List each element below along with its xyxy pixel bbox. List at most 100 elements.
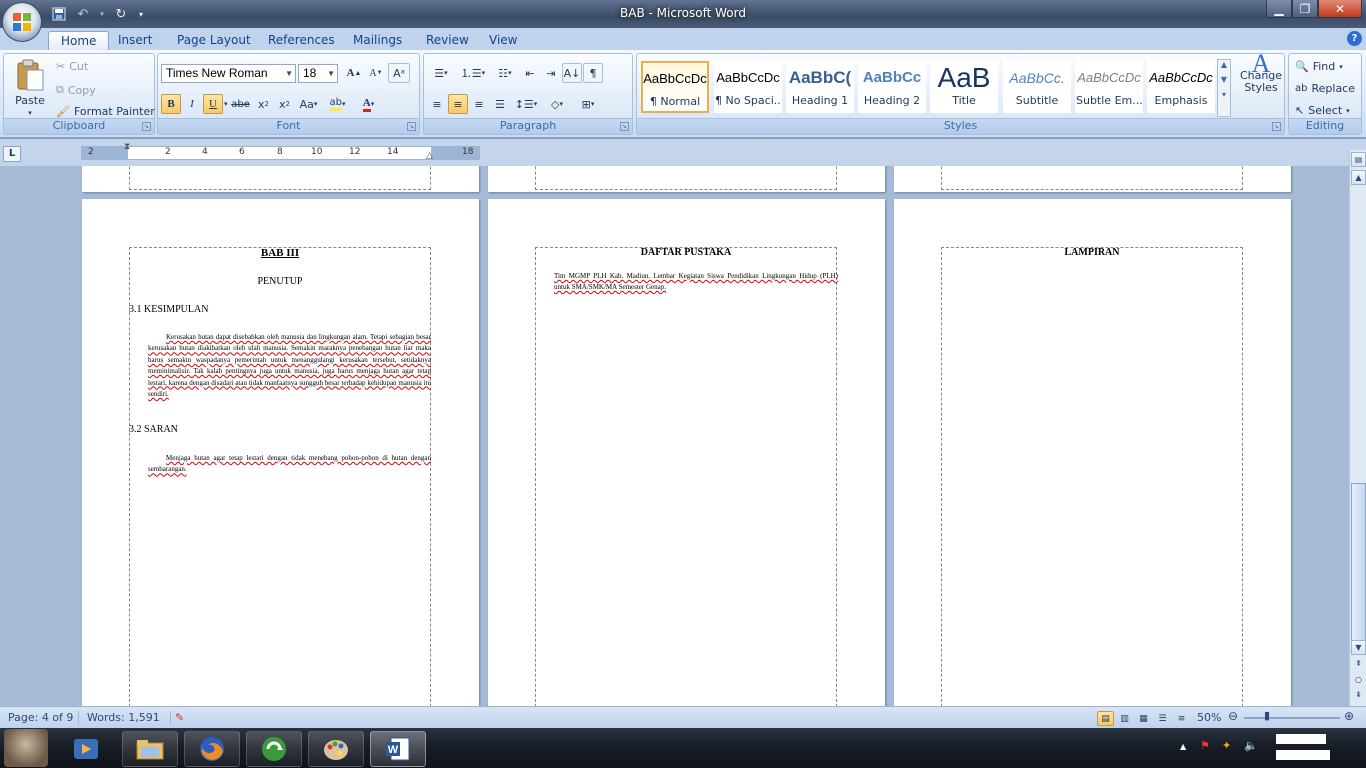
replace-button[interactable]: ab Replace xyxy=(1295,82,1355,95)
paint-icon[interactable] xyxy=(308,731,364,767)
grow-font-icon[interactable]: A ▲ xyxy=(344,63,364,83)
underline-icon[interactable]: U xyxy=(203,94,223,114)
redo-icon[interactable]: ↻ xyxy=(112,5,130,23)
tab-insert[interactable]: Insert xyxy=(106,31,164,50)
scroll-thumb[interactable] xyxy=(1351,483,1366,641)
style-title[interactable]: AaB Title xyxy=(930,61,998,113)
scroll-down-icon[interactable]: ▼ xyxy=(1351,640,1366,655)
undo-icon[interactable]: ↶ xyxy=(74,5,92,23)
avatar[interactable] xyxy=(4,729,48,767)
italic-icon[interactable]: I xyxy=(182,94,202,114)
firefox-icon[interactable] xyxy=(184,731,240,767)
highlight-icon[interactable]: ab ▾ xyxy=(323,94,353,114)
tab-page-layout[interactable]: Page Layout xyxy=(165,31,263,50)
right-indent-marker-icon[interactable]: △ xyxy=(426,151,433,161)
superscript-icon[interactable]: x2 xyxy=(275,94,295,114)
justify-icon[interactable]: ☰ xyxy=(490,94,510,114)
help-icon[interactable]: ? xyxy=(1347,31,1362,46)
zoom-out-icon[interactable]: ⊖ xyxy=(1228,709,1238,723)
proofing-icon[interactable]: ✎ xyxy=(170,711,184,724)
show-hidden-icons-icon[interactable]: ▲ xyxy=(1180,742,1186,751)
more-styles-icon[interactable]: ▾ xyxy=(1218,90,1230,99)
format-painter-button[interactable]: 🖌 Format Painter xyxy=(56,105,155,118)
styles-dialog-launcher[interactable]: ↘ xyxy=(1272,122,1281,131)
shading-icon[interactable]: ◇ ▾ xyxy=(542,94,572,114)
tab-home[interactable]: Home xyxy=(48,31,110,50)
office-button[interactable] xyxy=(2,2,42,42)
action-center-icon[interactable]: ⚑ xyxy=(1200,739,1210,752)
document-area[interactable]: BAB III PENUTUP 3.1 KESIMPULAN Kerusakan… xyxy=(0,166,1349,706)
network-icon[interactable]: ✦ xyxy=(1222,739,1231,752)
previous-page-icon[interactable]: ⇞ xyxy=(1351,657,1366,672)
draft-icon[interactable]: ≡ xyxy=(1173,711,1190,726)
strikethrough-icon[interactable]: abe xyxy=(229,94,253,114)
customize-qat-icon[interactable]: ▾ xyxy=(136,5,146,23)
page-indicator[interactable]: Page: 4 of 9 xyxy=(8,711,73,724)
tab-references[interactable]: References xyxy=(256,31,347,50)
vertical-scrollbar[interactable]: ▤ ▲ ▼ ⇞ ○ ⇟ xyxy=(1349,150,1366,706)
font-dialog-launcher[interactable]: ↘ xyxy=(407,122,416,131)
cut-button[interactable]: ✂ Cut xyxy=(56,60,88,73)
volume-icon[interactable]: 🔈 xyxy=(1244,739,1258,752)
paragraph-dialog-launcher[interactable]: ↘ xyxy=(620,122,629,131)
print-layout-icon[interactable]: ▤ xyxy=(1097,711,1114,726)
clock-time[interactable] xyxy=(1276,734,1326,744)
scroll-up-icon[interactable]: ▲ xyxy=(1351,170,1366,185)
style-emphasis[interactable]: AaBbCcDc Emphasis xyxy=(1147,61,1215,113)
select-browse-object-icon[interactable]: ○ xyxy=(1351,673,1366,688)
show-hide-marks-icon[interactable]: ¶ xyxy=(583,63,603,83)
zoom-level[interactable]: 50% xyxy=(1197,711,1221,724)
clipboard-dialog-launcher[interactable]: ↘ xyxy=(142,122,151,131)
shrink-font-icon[interactable]: A ▼ xyxy=(366,63,386,83)
tab-selector-button[interactable]: L xyxy=(3,146,21,162)
change-styles-button[interactable]: A Change Styles xyxy=(1239,51,1283,94)
word-taskbar-icon[interactable]: W xyxy=(370,731,426,767)
styles-gallery-scroll[interactable]: ▲ ▼ ▾ xyxy=(1217,59,1231,117)
next-page-icon[interactable]: ⇟ xyxy=(1351,688,1366,703)
zoom-slider[interactable] xyxy=(1244,717,1340,719)
style-heading-1[interactable]: AaBbC( Heading 1 xyxy=(786,61,854,113)
zoom-slider-thumb[interactable]: ▮ xyxy=(1264,709,1270,722)
multilevel-list-icon[interactable]: ☷ ▾ xyxy=(491,63,519,83)
file-explorer-icon[interactable] xyxy=(122,731,178,767)
font-family-dropdown[interactable]: Times New Roman ▼ xyxy=(161,64,296,83)
style-subtitle[interactable]: AaBbCc. Subtitle xyxy=(1003,61,1071,113)
underline-dropdown-icon[interactable]: ▾ xyxy=(224,100,228,108)
borders-icon[interactable]: ⊞ ▾ xyxy=(573,94,603,114)
close-button[interactable]: ✕ xyxy=(1318,0,1362,18)
tab-view[interactable]: View xyxy=(477,31,529,50)
horizontal-ruler[interactable]: 2 2 4 6 8 10 12 14 18 ⧗ △ xyxy=(81,142,480,161)
numbering-icon[interactable]: ⒈☰ ▾ xyxy=(456,63,490,83)
zoom-in-icon[interactable]: ⊕ xyxy=(1344,709,1354,723)
full-screen-reading-icon[interactable]: ▥ xyxy=(1116,711,1133,726)
minimize-button[interactable]: ▁ xyxy=(1266,0,1292,18)
select-button[interactable]: ↖ Select ▾ xyxy=(1295,104,1350,117)
align-center-icon[interactable]: ≡ xyxy=(448,94,468,114)
subscript-icon[interactable]: x2 xyxy=(254,94,274,114)
style-no-spacing[interactable]: AaBbCcDc ¶ No Spaci... xyxy=(714,61,782,113)
clear-formatting-icon[interactable]: Aᵃ xyxy=(388,63,410,83)
media-player-icon[interactable] xyxy=(58,731,114,767)
font-size-dropdown[interactable]: 18 ▼ xyxy=(298,64,338,83)
bold-icon[interactable]: B xyxy=(161,94,181,114)
chevron-up-icon[interactable]: ▲ xyxy=(1218,60,1230,69)
sync-app-icon[interactable] xyxy=(246,731,302,767)
style-heading-2[interactable]: AaBbCc Heading 2 xyxy=(858,61,926,113)
decrease-indent-icon[interactable]: ⇤ xyxy=(520,63,540,83)
bullets-icon[interactable]: ☰ ▾ xyxy=(427,63,455,83)
copy-button[interactable]: ⧉ Copy xyxy=(56,83,96,97)
style-subtle-emphasis[interactable]: AaBbCcDc Subtle Em... xyxy=(1075,61,1143,113)
clock-date[interactable] xyxy=(1276,750,1330,760)
paste-button[interactable]: Paste ▾ xyxy=(10,58,50,117)
line-spacing-icon[interactable]: ↕☰ ▾ xyxy=(511,94,541,114)
find-button[interactable]: 🔍 Find ▾ xyxy=(1295,60,1343,73)
align-right-icon[interactable]: ≡ xyxy=(469,94,489,114)
increase-indent-icon[interactable]: ⇥ xyxy=(541,63,561,83)
style-normal[interactable]: AaBbCcDc ¶ Normal xyxy=(641,61,709,113)
sort-icon[interactable]: A↓ xyxy=(562,63,582,83)
view-ruler-icon[interactable]: ▤ xyxy=(1351,152,1366,167)
word-count[interactable]: Words: 1,591 xyxy=(78,711,160,724)
web-layout-icon[interactable]: ▦ xyxy=(1135,711,1152,726)
tab-mailings[interactable]: Mailings xyxy=(341,31,414,50)
chevron-down-icon[interactable]: ▼ xyxy=(1218,75,1230,84)
